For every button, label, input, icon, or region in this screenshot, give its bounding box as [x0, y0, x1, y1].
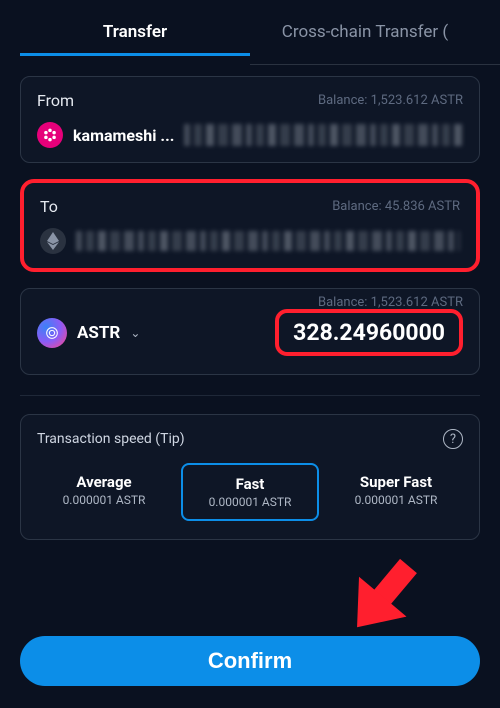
to-address-redacted: [76, 231, 460, 251]
to-balance: Balance: 45.836 ASTR: [332, 199, 460, 214]
to-card[interactable]: To Balance: 45.836 ASTR: [20, 179, 480, 272]
amount-value: 328.24960000: [293, 319, 445, 346]
amount-card: Balance: 1,523.612 ASTR ASTR ⌄ 328.24960…: [20, 288, 480, 375]
speed-opt-value: 0.000001 ASTR: [187, 495, 313, 509]
divider: [20, 395, 480, 396]
from-balance: Balance: 1,523.612 ASTR: [318, 93, 463, 108]
tab-cross-chain[interactable]: Cross-chain Transfer (: [250, 8, 480, 56]
tab-divider: [250, 64, 500, 65]
to-label: To: [40, 197, 58, 216]
speed-opt-name: Fast: [187, 475, 313, 493]
speed-card: Transaction speed (Tip) ? Average 0.0000…: [20, 414, 480, 540]
speed-opt-name: Average: [41, 473, 167, 491]
token-symbol: ASTR: [77, 323, 120, 343]
speed-title: Transaction speed (Tip): [37, 431, 185, 447]
ethereum-icon: [40, 228, 66, 254]
token-selector[interactable]: ASTR ⌄: [37, 318, 140, 348]
from-address-redacted: [184, 124, 463, 146]
speed-super-fast[interactable]: Super Fast 0.000001 ASTR: [329, 463, 463, 521]
tabs: Transfer Cross-chain Transfer (: [0, 8, 500, 56]
speed-opt-name: Super Fast: [333, 473, 459, 491]
amount-input[interactable]: 328.24960000: [275, 309, 463, 356]
from-label: From: [37, 91, 74, 110]
astr-icon: [37, 318, 67, 348]
polkadot-icon: [37, 122, 63, 148]
token-balance: Balance: 1,523.612 ASTR: [318, 295, 463, 310]
chevron-down-icon: ⌄: [130, 326, 140, 340]
speed-opt-value: 0.000001 ASTR: [333, 493, 459, 507]
from-wallet-name: kamameshi ...: [73, 126, 174, 145]
speed-fast[interactable]: Fast 0.000001 ASTR: [181, 463, 319, 521]
speed-average[interactable]: Average 0.000001 ASTR: [37, 463, 171, 521]
speed-opt-value: 0.000001 ASTR: [41, 493, 167, 507]
tab-transfer[interactable]: Transfer: [20, 8, 250, 56]
help-icon[interactable]: ?: [443, 429, 463, 449]
from-card[interactable]: From Balance: 1,523.612 ASTR kamameshi .…: [20, 76, 480, 163]
confirm-button[interactable]: Confirm: [20, 636, 480, 686]
pointer-arrow-annotation: [332, 546, 432, 646]
